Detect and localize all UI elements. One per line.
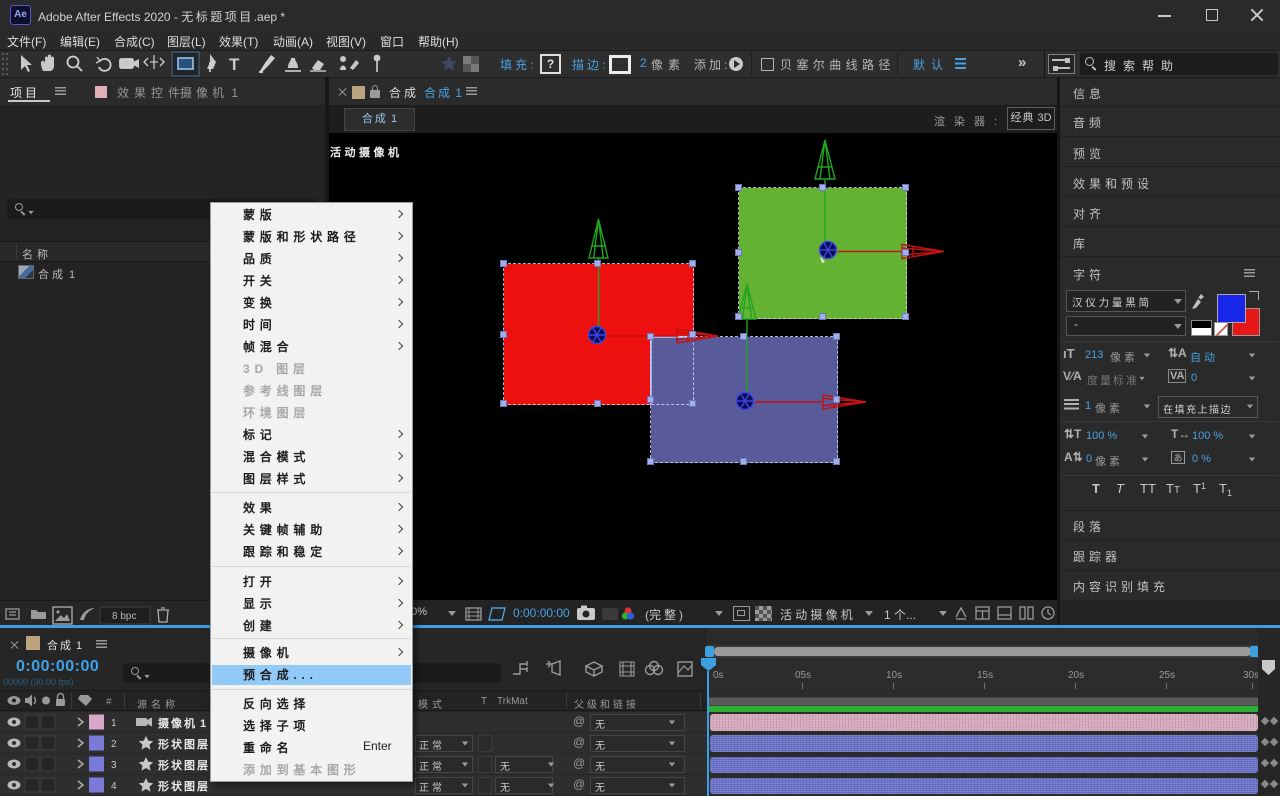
svg-text:#: # — [106, 697, 112, 708]
svg-text:2: 2 — [111, 739, 117, 750]
svg-text:4: 4 — [111, 781, 117, 792]
svg-text:3: 3 — [111, 760, 117, 771]
svg-text:1: 1 — [111, 718, 117, 729]
svg-text:T: T — [229, 55, 240, 74]
svg-text:8 bpc: 8 bpc — [112, 611, 136, 622]
